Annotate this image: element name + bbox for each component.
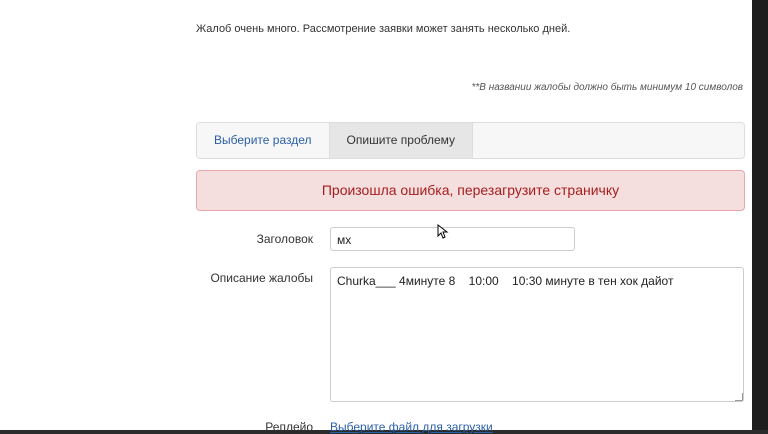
step-tabs: Выберите раздел Опишите проблему: [196, 122, 745, 159]
choose-file-link[interactable]: Выберите файл для загрузки: [330, 420, 493, 434]
error-alert: Произошла ошибка, перезагрузите страничк…: [196, 170, 745, 211]
text-cursor-icon: [437, 224, 449, 239]
tab-choose-section[interactable]: Выберите раздел: [197, 123, 329, 158]
textarea-resize-handle[interactable]: [735, 393, 743, 401]
evidence-label: Реплейо: [265, 420, 313, 434]
notice-text: Жалоб очень много. Рассмотрение заявки м…: [196, 23, 571, 35]
description-label: Описание жалобы: [210, 271, 313, 285]
description-textarea[interactable]: Churka___ 4минуте 8 10:00 10:30 минуте в…: [330, 267, 744, 402]
window-edge: [752, 0, 768, 430]
title-input[interactable]: мх: [330, 227, 575, 251]
title-length-rule: **В названии жалобы должно быть минимум …: [471, 82, 743, 93]
tab-describe-problem[interactable]: Опишите проблему: [328, 123, 474, 158]
complaint-page: Жалоб очень много. Рассмотрение заявки м…: [0, 0, 752, 434]
title-label: Заголовок: [256, 232, 313, 246]
